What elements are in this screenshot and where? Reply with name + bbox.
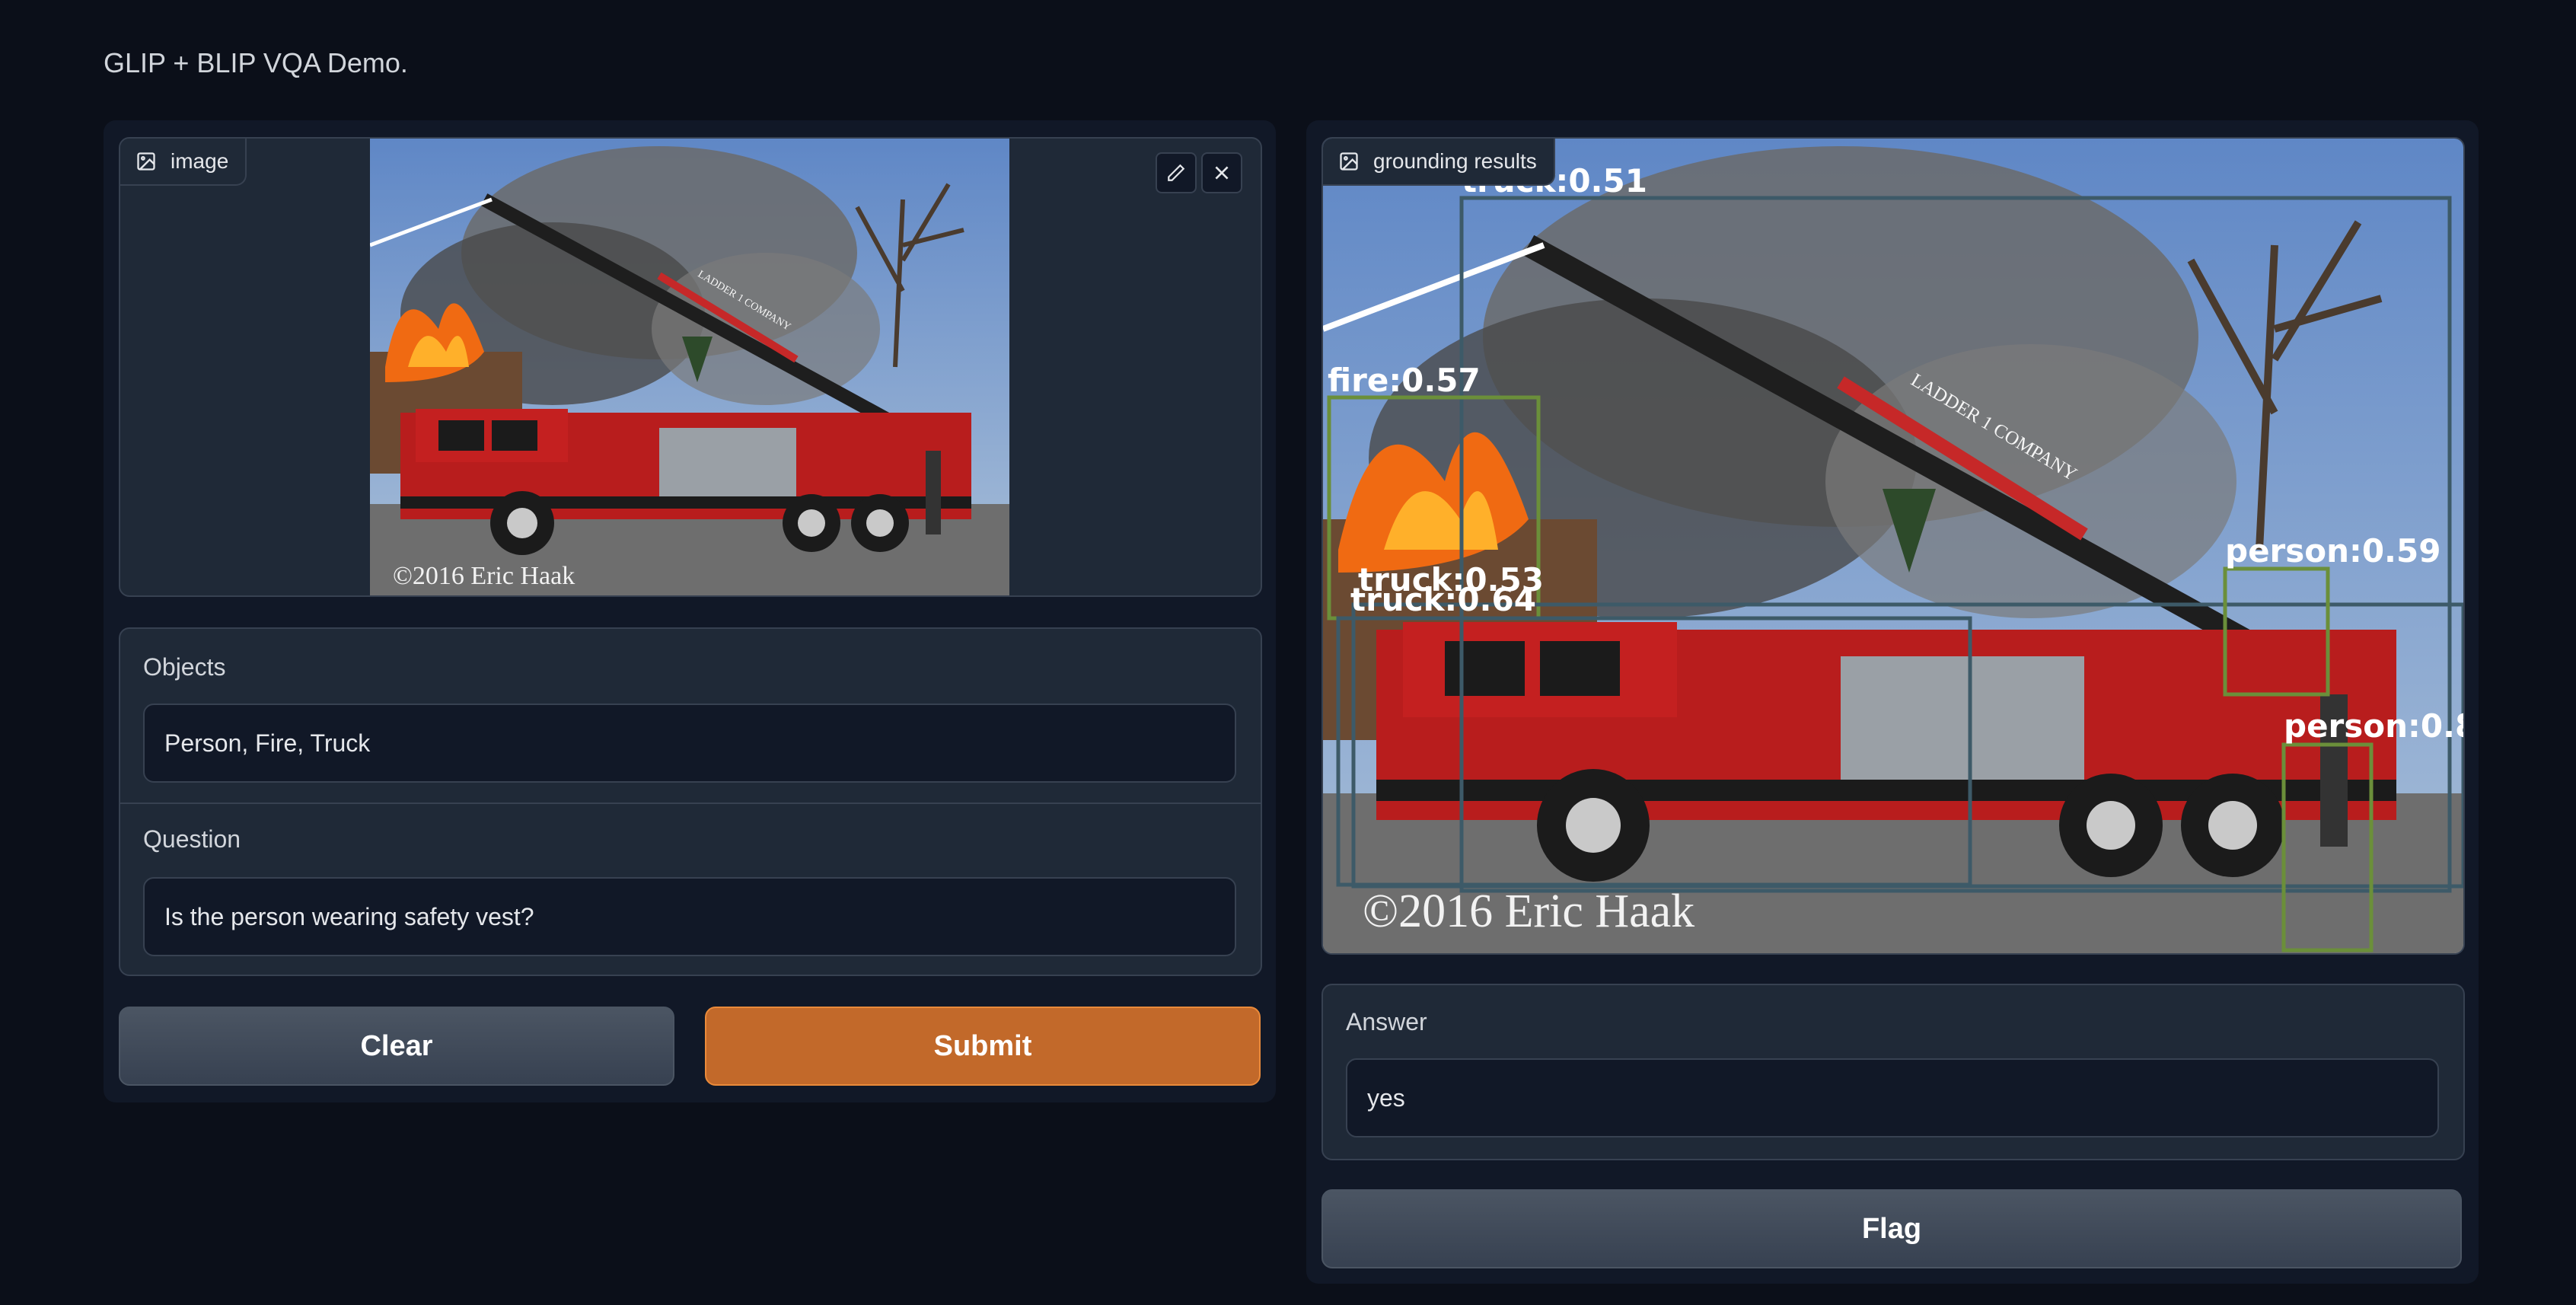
image-icon bbox=[137, 152, 155, 171]
grounding-photo: LADDER 1 COMPANY truck:0.51 fire:0.57 tr… bbox=[1323, 139, 2463, 953]
image-icon bbox=[1340, 152, 1358, 171]
answer-output[interactable]: yes bbox=[1346, 1058, 2439, 1137]
grounding-output: grounding results LADDER 1 COMPANY truck… bbox=[1321, 137, 2465, 955]
flag-button[interactable]: Flag bbox=[1321, 1189, 2462, 1268]
close-icon bbox=[1215, 166, 1229, 180]
grounding-label-text: grounding results bbox=[1373, 149, 1537, 173]
input-photo: LADDER 1 COMPANY ©2016 Eric Haak bbox=[370, 139, 1009, 595]
answer-block: Answer yes bbox=[1321, 984, 2465, 1160]
answer-label: Answer bbox=[1346, 1008, 1427, 1035]
clear-image-button[interactable] bbox=[1201, 152, 1242, 193]
page-description: GLIP + BLIP VQA Demo. bbox=[104, 47, 408, 78]
question-label: Question bbox=[143, 825, 241, 853]
image-input[interactable]: image LADDER 1 COMPANY ©2016 Eric Haak bbox=[119, 137, 1262, 597]
question-input[interactable]: Is the person wearing safety vest? bbox=[143, 877, 1236, 956]
pencil-icon bbox=[1168, 164, 1185, 181]
clear-button[interactable]: Clear bbox=[119, 1007, 674, 1086]
grounding-label: grounding results bbox=[1323, 139, 1555, 186]
input-watermark: ©2016 Eric Haak bbox=[393, 562, 575, 590]
objects-input[interactable]: Person, Fire, Truck bbox=[143, 704, 1236, 783]
output-panel: grounding results LADDER 1 COMPANY truck… bbox=[1306, 120, 2479, 1284]
input-panel: image LADDER 1 COMPANY ©2016 Eric Haak O… bbox=[104, 120, 1276, 1102]
det-label-truck-3: truck:0.64 bbox=[1350, 581, 1536, 618]
det-label-person-1: person:0.59 bbox=[2225, 532, 2441, 570]
submit-button[interactable]: Submit bbox=[705, 1007, 1261, 1086]
field-divider bbox=[120, 802, 1261, 804]
det-label-person-2: person:0.84 bbox=[2284, 707, 2463, 745]
edit-image-button[interactable] bbox=[1156, 152, 1197, 193]
grounding-watermark: ©2016 Eric Haak bbox=[1363, 885, 1694, 937]
text-inputs-block: Objects Person, Fire, Truck Question Is … bbox=[119, 627, 1262, 976]
objects-label: Objects bbox=[143, 653, 226, 681]
image-label-text: image bbox=[171, 149, 229, 173]
image-label: image bbox=[120, 139, 247, 186]
det-label-fire: fire:0.57 bbox=[1328, 362, 1481, 399]
